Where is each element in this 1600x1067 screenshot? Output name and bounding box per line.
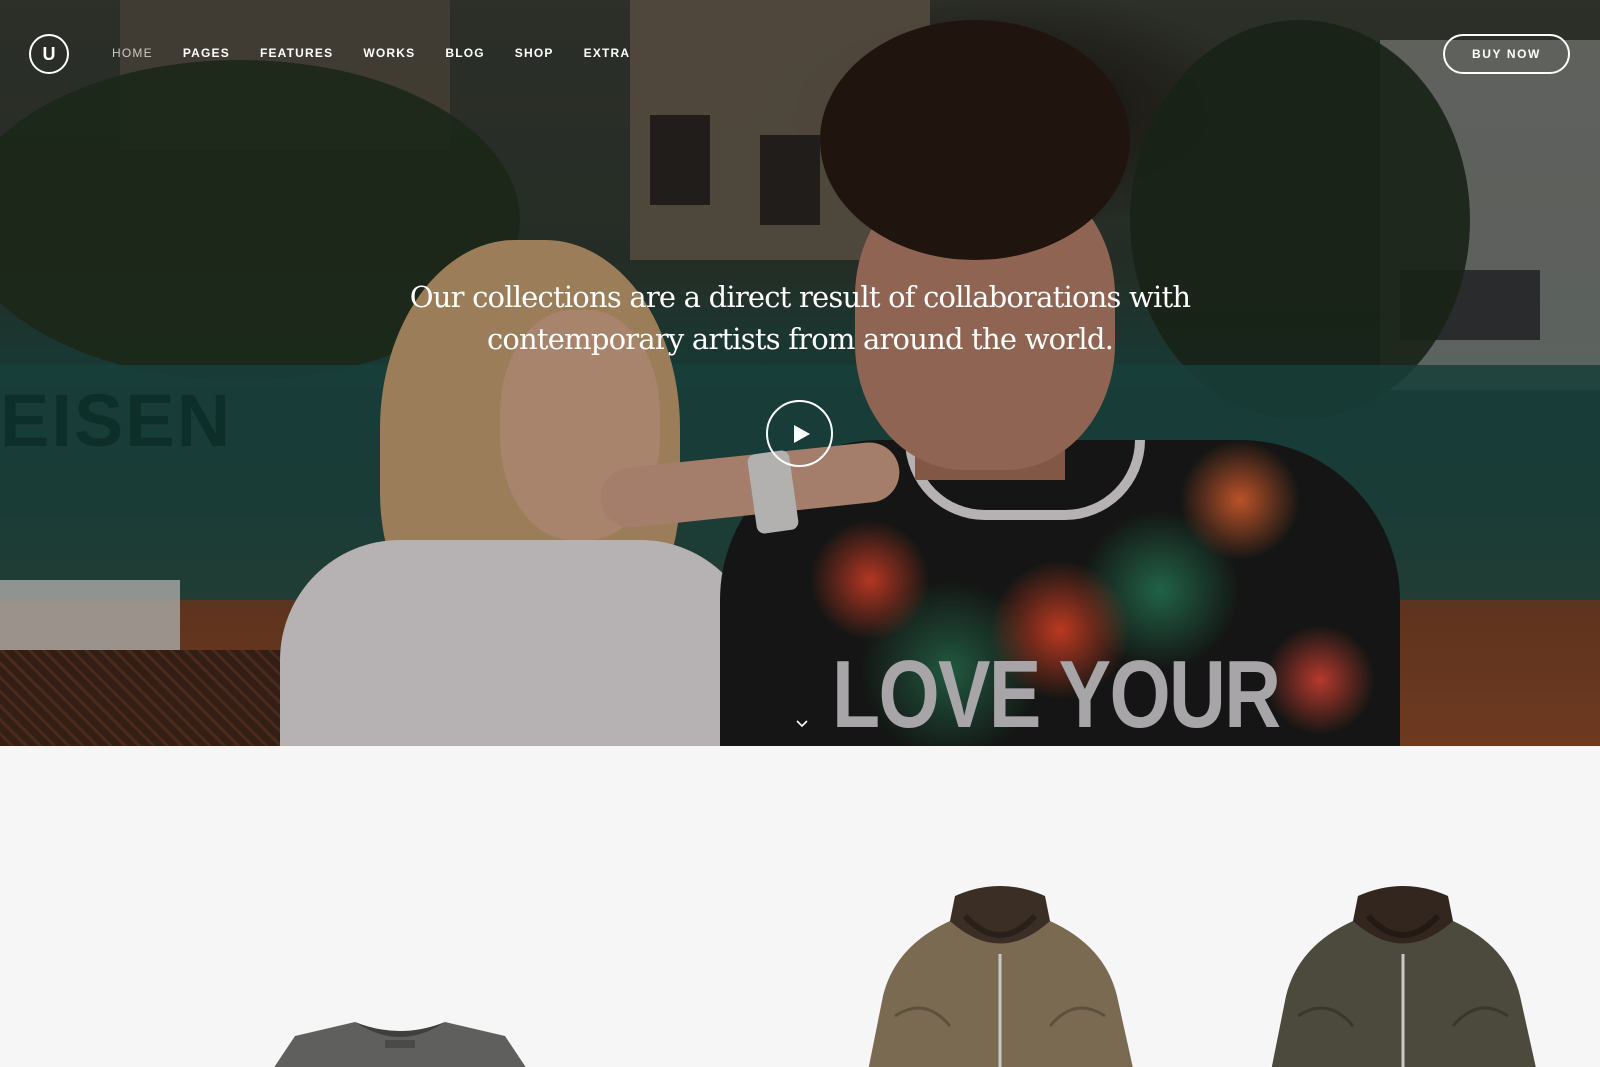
main-nav: HOME PAGES FEATURES WORKS BLOG SHOP EXTR… <box>112 45 660 61</box>
nav-item-features[interactable]: FEATURES <box>260 45 333 61</box>
hero-overlay <box>0 0 1600 746</box>
play-icon <box>793 424 810 443</box>
product-image-jacket[interactable] <box>855 876 1145 1067</box>
nav-item-home[interactable]: HOME <box>112 45 153 61</box>
logo-letter: U <box>42 43 56 64</box>
tagline-line-1: Our collections are a direct result of c… <box>409 280 1191 314</box>
tagline-line-2: contemporary artists from around the wor… <box>486 322 1114 356</box>
product-image-jacket[interactable] <box>1258 876 1548 1067</box>
nav-item-works[interactable]: WORKS <box>363 45 415 61</box>
nav-item-extra[interactable]: EXTRA <box>584 45 631 61</box>
buy-now-button[interactable]: BUY NOW <box>1443 34 1570 74</box>
nav-item-blog[interactable]: BLOG <box>445 45 484 61</box>
nav-item-pages[interactable]: PAGES <box>183 45 230 61</box>
nav-item-shop[interactable]: SHOP <box>515 45 554 61</box>
products-section <box>0 746 1600 1067</box>
hero-section: EISEN LOVE YOUR Our collections are a di… <box>0 0 1600 746</box>
chevron-down-icon[interactable] <box>794 716 810 732</box>
hero-tagline: Our collections are a direct result of c… <box>400 276 1200 360</box>
product-image-tshirt[interactable] <box>235 1016 565 1067</box>
play-video-button[interactable] <box>766 400 833 467</box>
site-logo[interactable]: U <box>29 34 69 74</box>
